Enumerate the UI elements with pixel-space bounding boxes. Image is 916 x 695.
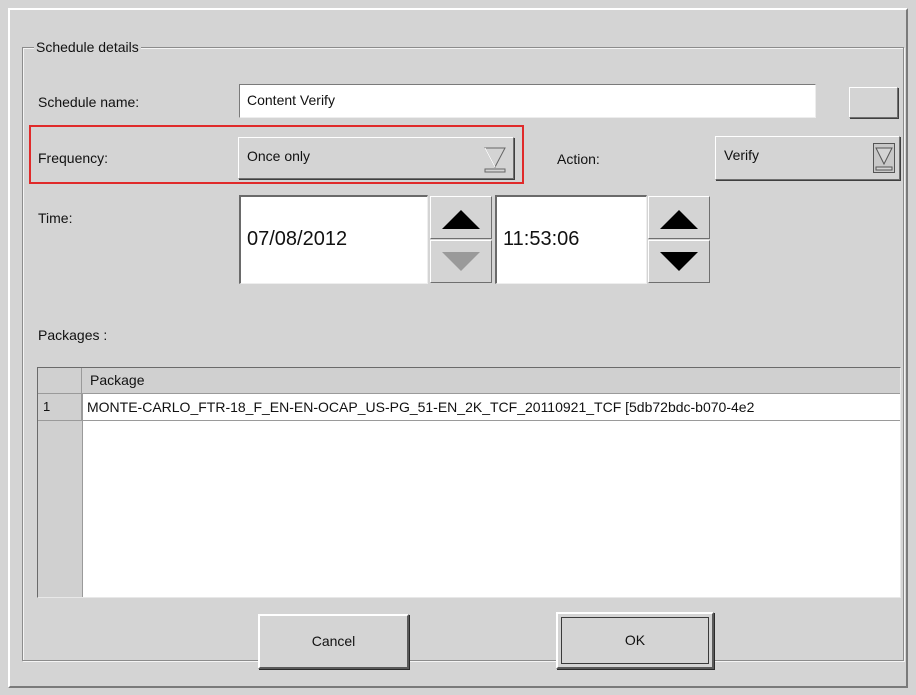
packages-table[interactable]: Package 1 MONTE-CARLO_FTR-18_F_EN-EN-OCA… [37,367,901,598]
time-label: Time: [38,210,73,226]
triangle-up-icon [442,210,480,229]
cancel-button-label: Cancel [311,633,356,649]
triangle-down-icon [442,252,480,271]
time-spin-up-button[interactable] [648,196,710,239]
frequency-highlight [29,125,524,184]
cancel-button[interactable]: Cancel [258,614,409,669]
table-row[interactable]: 1 MONTE-CARLO_FTR-18_F_EN-EN-OCAP_US-PG_… [38,394,900,421]
packages-label: Packages : [38,327,108,343]
row-number[interactable]: 1 [38,394,82,421]
schedule-name-field[interactable]: Content Verify [239,84,816,118]
time-field[interactable]: 11:53:06 [495,195,647,284]
table-corner[interactable] [38,368,82,393]
action-value: Verify [724,147,760,163]
triangle-up-icon [660,210,698,229]
ok-focus-ring [561,617,709,664]
action-dropdown[interactable]: Verify [715,136,900,180]
schedule-name-label: Schedule name: [38,94,140,110]
column-header-package[interactable]: Package [90,372,144,388]
schedule-name-side-button[interactable] [849,87,898,118]
time-spin-down-button[interactable] [648,240,710,283]
date-field[interactable]: 07/08/2012 [239,195,428,284]
date-spin-up-button[interactable] [430,196,492,239]
package-cell[interactable]: MONTE-CARLO_FTR-18_F_EN-EN-OCAP_US-PG_51… [82,394,900,421]
date-spin-down-button[interactable] [430,240,492,283]
triangle-down-icon [660,252,698,271]
ok-button[interactable]: OK [556,612,714,669]
group-title: Schedule details [34,38,141,56]
action-label: Action: [557,151,600,167]
chevron-down-icon [873,143,895,173]
table-header: Package [38,368,900,394]
